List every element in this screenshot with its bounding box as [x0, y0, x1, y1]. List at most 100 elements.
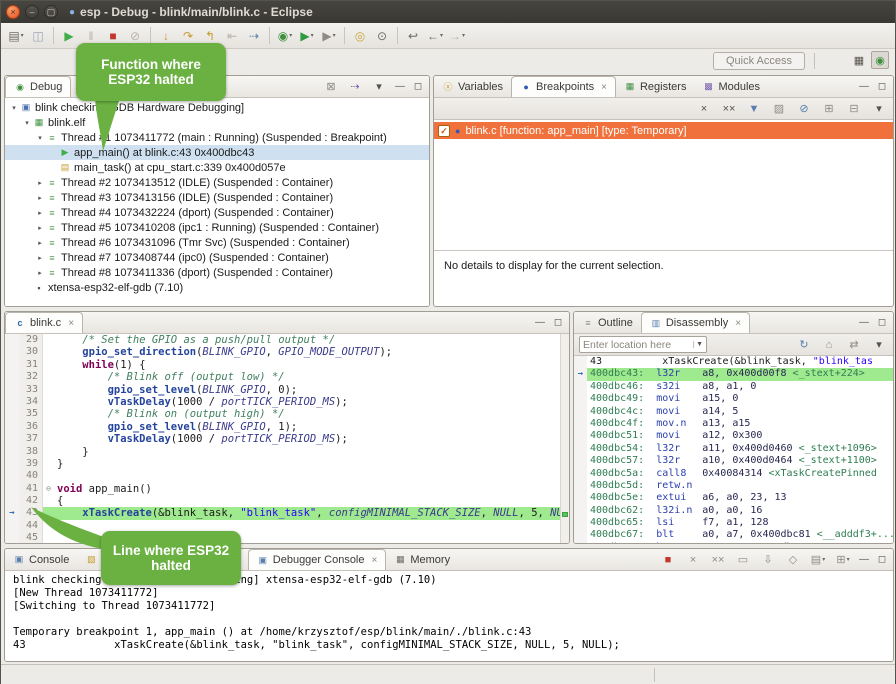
refresh-icon[interactable]: ↻	[795, 336, 813, 354]
editor-line[interactable]: 37 vTaskDelay(1000 / portTICK_PERIOD_MS)…	[5, 433, 569, 445]
step-over-icon[interactable]: ↷	[177, 26, 199, 46]
collapsed-arrow-icon[interactable]: ▸	[35, 179, 45, 187]
editor-line[interactable]: →43 xTaskCreate(&blink_task, "blink_task…	[5, 507, 569, 519]
remove-breakpoint-icon[interactable]: ×	[695, 100, 713, 118]
maximize-icon[interactable]: ◻	[412, 81, 424, 92]
debug-tree-row[interactable]: ▾≡Thread #1 1073411772 (main : Running) …	[5, 130, 429, 145]
tab-memory[interactable]: ▦Memory	[386, 549, 458, 570]
skip-all-breakpoints-icon[interactable]: ⊘	[795, 100, 813, 118]
tab-debugger-console[interactable]: ▣Debugger Console×	[248, 549, 387, 570]
home-icon[interactable]: ⌂	[820, 336, 838, 354]
window-minimize-button[interactable]: –	[25, 5, 39, 19]
annotation-ruler-cell[interactable]	[5, 532, 19, 544]
disassembly-line[interactable]: 400dbc6a: bnonea0, a1, 0x400dbc92	[574, 542, 893, 544]
disassembly-line[interactable]: 400dbc49: movia15, 0	[574, 393, 893, 405]
annotation-ruler-cell[interactable]	[5, 433, 19, 445]
disassembly-line[interactable]: 400dbc5a: call80x40084314 <xTaskCreatePi…	[574, 468, 893, 480]
perspective-debug-icon[interactable]: ◉	[871, 51, 889, 69]
maximize-icon[interactable]: ◻	[552, 317, 564, 328]
view-menu-icon[interactable]: ▾	[870, 336, 888, 354]
collapse-all-icon[interactable]: ⊟	[845, 100, 863, 118]
annotation-ruler-cell[interactable]	[5, 470, 19, 482]
back-icon[interactable]: ←▾	[424, 26, 446, 46]
editor-line[interactable]: 31 while(1) {	[5, 359, 569, 371]
annotation-ruler-cell[interactable]	[5, 334, 19, 346]
disconnect-icon[interactable]: ⊘	[124, 26, 146, 46]
annotation-ruler-cell[interactable]	[5, 359, 19, 371]
tab-close-icon[interactable]: ×	[68, 318, 74, 329]
display-selected-console-icon[interactable]: ▤▾	[809, 551, 827, 569]
tab-console[interactable]: ▣Console	[5, 549, 77, 570]
minimize-icon[interactable]: —	[858, 81, 870, 92]
debug-tree-row[interactable]: ▸≡Thread #2 1073413512 (IDLE) (Suspended…	[5, 175, 429, 190]
collapsed-arrow-icon[interactable]: ▸	[35, 224, 45, 232]
pin-console-icon[interactable]: ◇	[784, 551, 802, 569]
editor-line[interactable]: 33 gpio_set_level(BLINK_GPIO, 0);	[5, 384, 569, 396]
remove-all-terminated-icon[interactable]: ⊠	[322, 78, 340, 96]
debug-tree-row[interactable]: ▸≡Thread #8 1073411336 (dport) (Suspende…	[5, 265, 429, 280]
suspend-icon[interactable]: ‖	[80, 26, 102, 46]
annotation-ruler-cell[interactable]	[5, 384, 19, 396]
debug-tree-row[interactable]: ▸≡Thread #5 1073410208 (ipc1 : Running) …	[5, 220, 429, 235]
code-editor[interactable]: 29 /* Set the GPIO as a push/pull output…	[5, 334, 569, 544]
tab-outline[interactable]: ≡Outline	[574, 312, 641, 333]
resume-icon[interactable]: ▶	[58, 26, 80, 46]
minimize-icon[interactable]: —	[858, 317, 870, 328]
terminate-icon[interactable]: ■	[659, 551, 677, 569]
collapsed-arrow-icon[interactable]: ▸	[35, 209, 45, 217]
instruction-stepping-mode-icon[interactable]: ⇢	[346, 78, 364, 96]
fold-collapse-icon[interactable]: ⊖	[43, 483, 54, 495]
debug-icon[interactable]: ◉▾	[274, 26, 296, 46]
window-maximize-button[interactable]: ▢	[44, 5, 58, 19]
tab-disassembly[interactable]: ▥Disassembly×	[641, 312, 750, 333]
sync-with-active-context-icon[interactable]: ⇄	[845, 336, 863, 354]
remove-all-breakpoints-icon[interactable]: ××	[720, 100, 738, 118]
expanded-arrow-icon[interactable]: ▾	[35, 134, 45, 142]
console-output[interactable]: blink checking [GDB Hardware Debugging] …	[5, 571, 893, 662]
debug-tree-row[interactable]: ▪xtensa-esp32-elf-gdb (7.10)	[5, 280, 429, 295]
overview-ruler[interactable]	[560, 334, 569, 544]
disassembly-line[interactable]: 400dbc67: blta0, a7, 0x400dbc81 <__adddf…	[574, 529, 893, 541]
breakpoint-row[interactable]: ✓●blink.c [function: app_main] [type: Te…	[434, 122, 893, 139]
annotation-ruler-cell[interactable]	[5, 483, 19, 495]
disassembly-line[interactable]: 400dbc62: l32i.na0, a0, 16	[574, 505, 893, 517]
debug-tree-row[interactable]: ▾▣blink checking [GDB Hardware Debugging…	[5, 100, 429, 115]
annotation-ruler-cell[interactable]	[5, 371, 19, 383]
editor-line[interactable]: 35 /* Blink on (output high) */	[5, 408, 569, 420]
editor-line[interactable]: 41⊖void app_main()	[5, 483, 569, 495]
debug-tree-row[interactable]: ▸≡Thread #7 1073408744 (ipc0) (Suspended…	[5, 250, 429, 265]
collapsed-arrow-icon[interactable]: ▸	[35, 239, 45, 247]
run-icon[interactable]: ▶▾	[296, 26, 318, 46]
tab-breakpoints[interactable]: ●Breakpoints×	[511, 76, 616, 97]
remove-all-launches-icon[interactable]: ××	[709, 551, 727, 569]
maximize-icon[interactable]: ◻	[876, 81, 888, 92]
minimize-icon[interactable]: —	[534, 317, 546, 328]
drop-to-frame-icon[interactable]: ⇤	[221, 26, 243, 46]
location-combo[interactable]: Enter location here ▼	[579, 336, 707, 353]
annotation-ruler-cell[interactable]	[5, 396, 19, 408]
external-tools-icon[interactable]: ▶▾	[318, 26, 340, 46]
instruction-pointer-icon[interactable]: →	[5, 507, 19, 519]
tab-close-icon[interactable]: ×	[735, 318, 741, 329]
debug-tree-row[interactable]: ▶app_main() at blink.c:43 0x400dbc43	[5, 145, 429, 160]
editor-line[interactable]: 42{	[5, 495, 569, 507]
disassembly-line[interactable]: 400dbc51: movia12, 0x300	[574, 430, 893, 442]
go-to-file-for-breakpoint-icon[interactable]: ▨	[770, 100, 788, 118]
open-perspective-icon[interactable]: ▦	[850, 51, 868, 69]
annotation-ruler-cell[interactable]	[5, 421, 19, 433]
expanded-arrow-icon[interactable]: ▾	[9, 104, 19, 112]
editor-line[interactable]: 32 /* Blink off (output low) */	[5, 371, 569, 383]
debug-tree-row[interactable]: ▸≡Thread #6 1073431096 (Tmr Svc) (Suspen…	[5, 235, 429, 250]
disassembly-line[interactable]: 400dbc54: l32ra11, 0x400d0460 <_stext+10…	[574, 443, 893, 455]
debug-tree-row[interactable]: ▸≡Thread #4 1073432224 (dport) (Suspende…	[5, 205, 429, 220]
disassembly-line[interactable]: →400dbc43: l32ra8, 0x400d00f8 <_stext+22…	[574, 368, 893, 380]
tab-variables[interactable]: ⓧVariables	[434, 76, 511, 97]
maximize-icon[interactable]: ◻	[876, 554, 888, 565]
tab-executables[interactable]: ▪Executables	[156, 549, 248, 570]
open-console-icon[interactable]: ⊞▾	[834, 551, 852, 569]
editor-line[interactable]: 44	[5, 520, 569, 532]
step-into-icon[interactable]: ↓	[155, 26, 177, 46]
collapsed-arrow-icon[interactable]: ▸	[35, 254, 45, 262]
editor-line[interactable]: 34 vTaskDelay(1000 / portTICK_PERIOD_MS)…	[5, 396, 569, 408]
disassembly-line[interactable]: 400dbc57: l32ra10, 0x400d0464 <_stext+11…	[574, 455, 893, 467]
